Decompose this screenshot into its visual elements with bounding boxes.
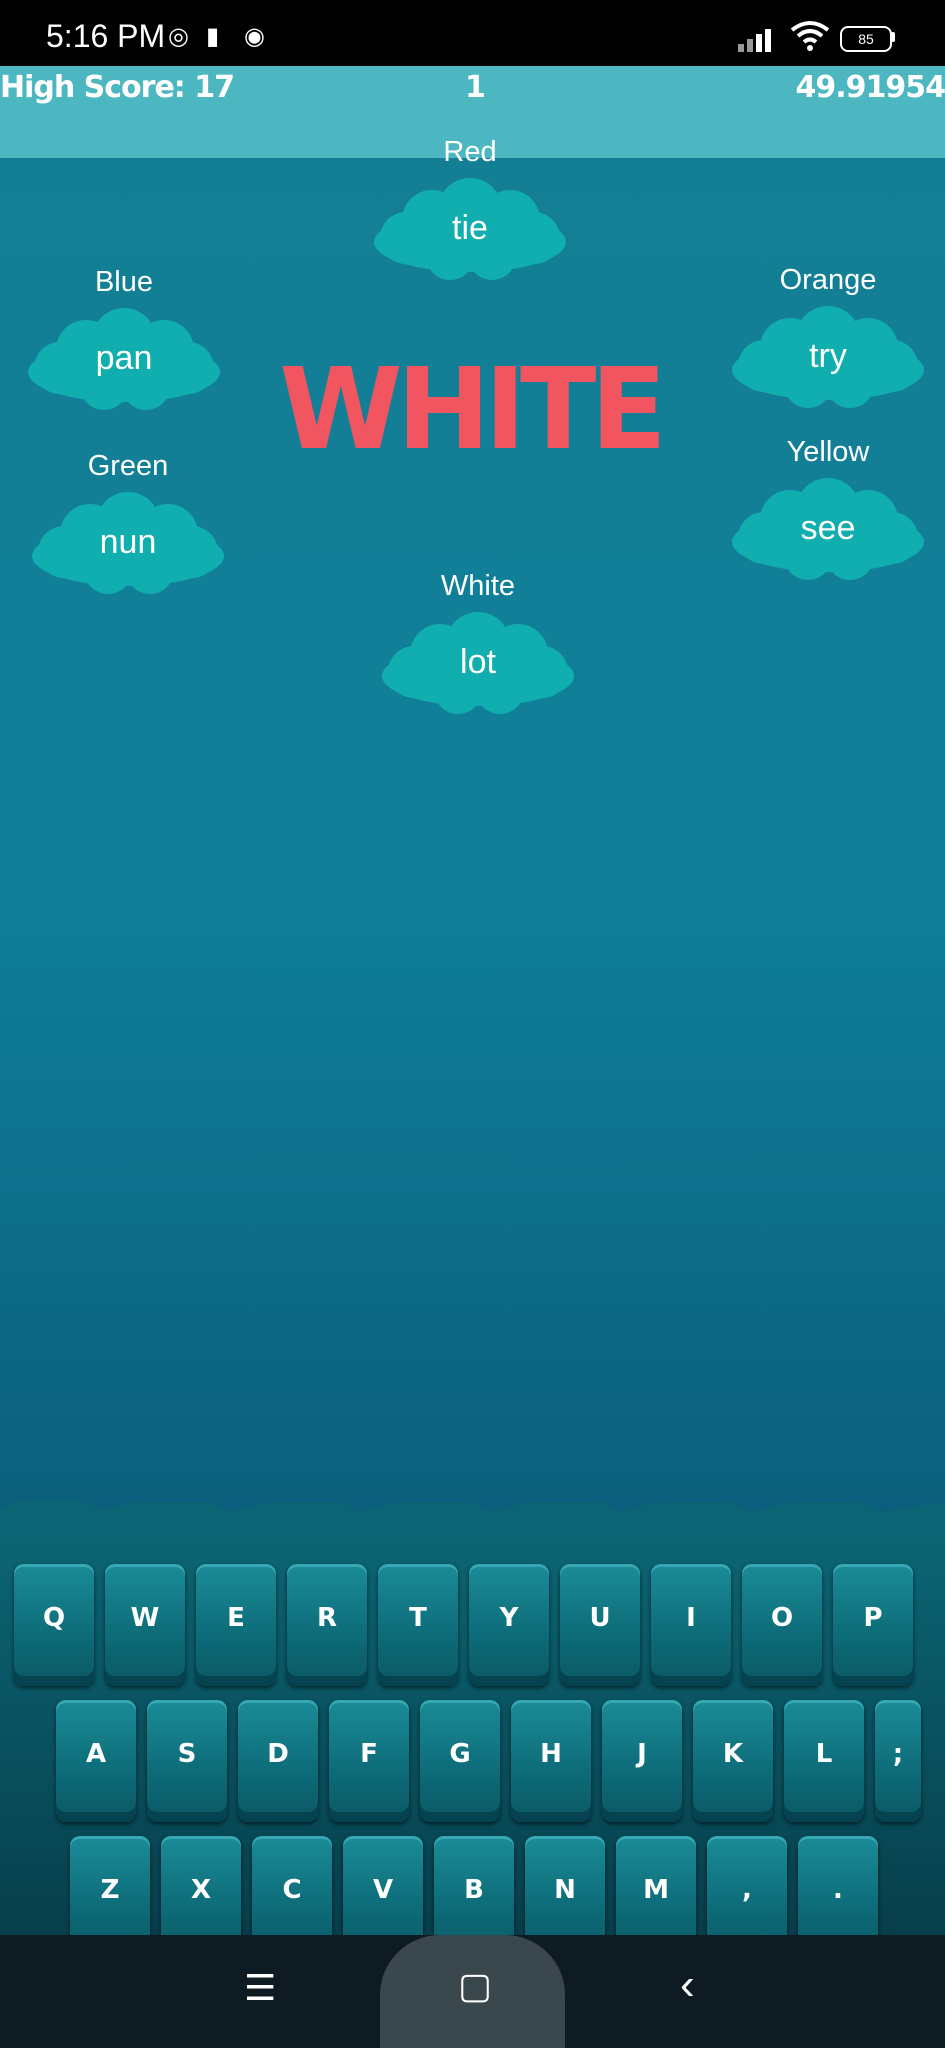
color-label: Green xyxy=(87,450,169,482)
back-icon[interactable]: ‹ xyxy=(680,1960,695,2010)
cloud: try xyxy=(728,304,928,409)
key-r[interactable]: R xyxy=(287,1564,367,1686)
key-q[interactable]: Q xyxy=(14,1564,94,1686)
timer: 49.91954 xyxy=(795,70,945,105)
clock: 5:16 PM xyxy=(46,18,166,54)
color-label: Blue xyxy=(94,266,154,298)
cloud: see xyxy=(728,476,928,581)
key-a[interactable]: A xyxy=(56,1700,136,1822)
cloud-word: pan xyxy=(95,339,153,377)
key-i[interactable]: I xyxy=(651,1564,731,1686)
messenger-icon: ◉ xyxy=(244,23,265,50)
word-cloud: Red tie xyxy=(360,132,580,302)
key-j[interactable]: J xyxy=(602,1700,682,1822)
status-bar: 5:16 PM ◎ ▮ ◉ 85 xyxy=(0,0,945,66)
key-p[interactable]: P xyxy=(833,1564,913,1686)
cloud-word: lot xyxy=(460,643,496,681)
key-g[interactable]: G xyxy=(420,1700,500,1822)
word-cloud: Orange try xyxy=(718,260,938,430)
wifi-icon xyxy=(790,21,830,51)
key-h[interactable]: H xyxy=(511,1700,591,1822)
key-semicolon[interactable]: ; xyxy=(875,1700,921,1822)
high-score: High Score: 17 xyxy=(0,70,235,105)
cloud: pan xyxy=(24,306,224,411)
key-f[interactable]: F xyxy=(329,1700,409,1822)
word-cloud: White lot xyxy=(368,566,588,736)
cloud-word: nun xyxy=(99,523,157,561)
target-color-word: WHITE xyxy=(279,345,667,475)
key-w[interactable]: W xyxy=(105,1564,185,1686)
vpn-icon: ◎ xyxy=(168,23,189,50)
cloud: lot xyxy=(378,610,578,715)
key-e[interactable]: E xyxy=(196,1564,276,1686)
word-cloud: Blue pan xyxy=(14,262,234,432)
cloud-word: try xyxy=(809,337,847,375)
battery-level: 85 xyxy=(858,31,874,47)
key-y[interactable]: Y xyxy=(469,1564,549,1686)
key-s[interactable]: S xyxy=(147,1700,227,1822)
menu-icon[interactable]: ☰ xyxy=(244,1967,276,2009)
color-label: White xyxy=(440,570,516,602)
key-u[interactable]: U xyxy=(560,1564,640,1686)
key-k[interactable]: K xyxy=(693,1700,773,1822)
key-t[interactable]: T xyxy=(378,1564,458,1686)
key-l[interactable]: L xyxy=(784,1700,864,1822)
battery-tip xyxy=(891,32,895,42)
color-label: Yellow xyxy=(786,436,870,468)
cloud: nun xyxy=(28,490,228,595)
word-cloud: Green nun xyxy=(18,446,238,616)
home-icon[interactable]: ▢ xyxy=(458,1965,492,2007)
word-cloud: Yellow see xyxy=(718,432,938,602)
cloud: tie xyxy=(370,176,570,281)
color-label: Orange xyxy=(779,264,877,296)
cloud-word: tie xyxy=(452,209,488,247)
trash-icon: ▮ xyxy=(206,23,220,50)
current-score: 1 xyxy=(465,70,486,105)
key-o[interactable]: O xyxy=(742,1564,822,1686)
key-d[interactable]: D xyxy=(238,1700,318,1822)
signal-icon xyxy=(738,24,778,52)
cloud-word: see xyxy=(800,509,856,547)
color-label: Red xyxy=(443,136,497,168)
battery-icon: 85 xyxy=(840,26,892,52)
